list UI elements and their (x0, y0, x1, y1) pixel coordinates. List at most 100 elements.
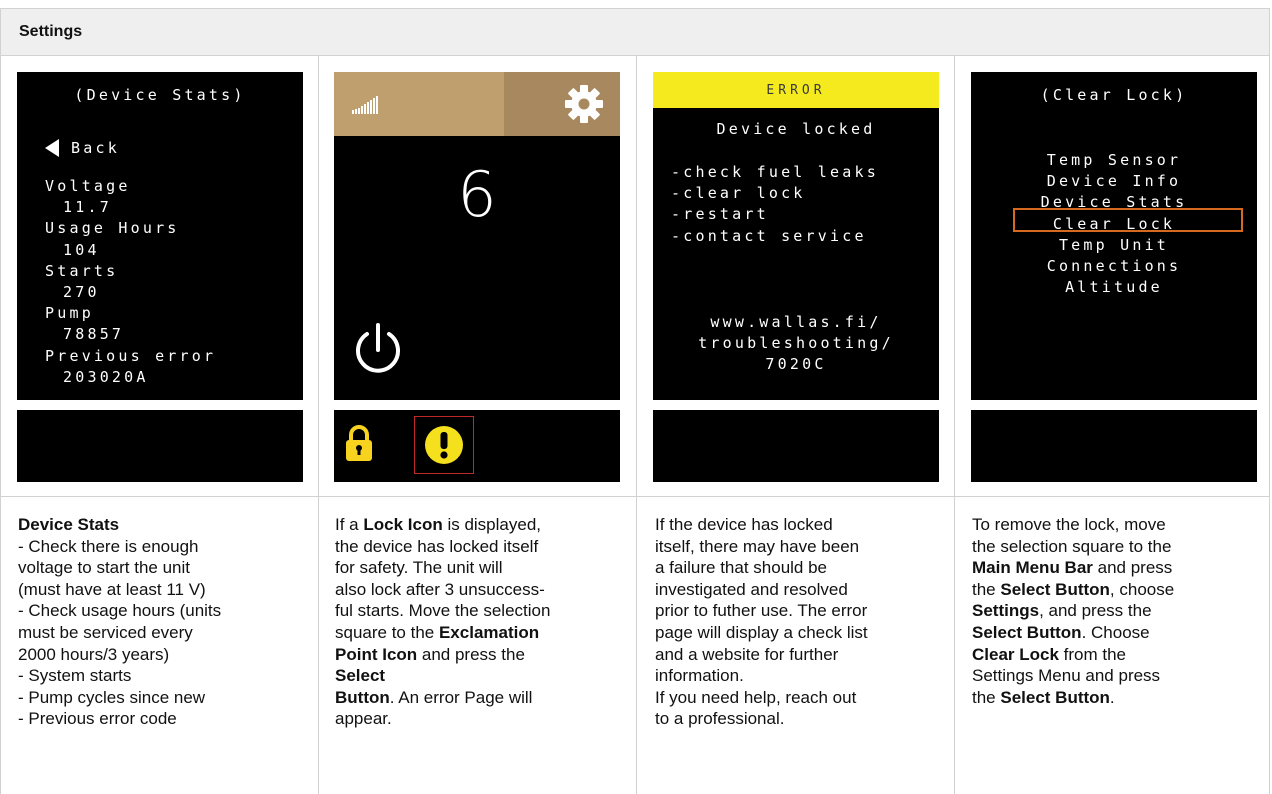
description-line: - Previous error code (18, 709, 177, 729)
power-icon[interactable] (352, 322, 404, 378)
text-run: and press the (417, 644, 525, 664)
text-run: from the (1058, 644, 1127, 664)
grid-line-right (1269, 56, 1270, 794)
signal-panel (334, 72, 504, 136)
text-run: . An error Page will (389, 687, 533, 707)
text-run-bold: Point Icon (335, 644, 418, 664)
device-stats-title: (Device Stats) (74, 86, 246, 104)
signal-strength-icon (352, 96, 378, 114)
text-run-bold: Select (335, 666, 386, 686)
text-run: the (972, 579, 1001, 599)
checklist-item: -clear lock (671, 184, 806, 203)
menu-item-altitude[interactable]: Altitude (971, 277, 1257, 298)
settings-menu: Temp Sensor Device Info Device Stats Cle… (971, 150, 1257, 298)
grid-line-1 (318, 56, 319, 794)
description-line: - System starts (18, 666, 132, 686)
description-line: To remove the lock, move (972, 515, 1166, 534)
menu-item-clear-lock[interactable]: Clear Lock (971, 214, 1257, 235)
description-line: prior to futher use. The error (655, 601, 868, 621)
menu-item-temp-unit[interactable]: Temp Unit (971, 235, 1257, 256)
description-line: investigated and resolved (655, 579, 848, 599)
text-run-bold: Button (335, 687, 390, 707)
main-screen: 6 (334, 72, 620, 482)
text-run-bold: Clear Lock (972, 644, 1059, 664)
text-run-bold: Lock Icon (363, 515, 443, 534)
text-run: the (972, 687, 1001, 707)
checklist-item: -contact service (671, 226, 867, 245)
device-stats-list: Voltage 11.7 Usage Hours 104 Starts 270 … (45, 176, 216, 388)
device-stats-screen: (Device Stats) Back Voltage 11.7 Usage H… (17, 72, 303, 482)
lock-icon[interactable] (344, 424, 374, 462)
description-line: - Check usage hours (units (18, 601, 222, 621)
text-run: If a (335, 515, 364, 534)
clear-lock-title: (Clear Lock) (1040, 86, 1188, 104)
text-run: is displayed, (442, 515, 541, 534)
description-line: - Check there is enough (18, 536, 199, 556)
description-line: the selection square to the (972, 536, 1172, 556)
text-run: square to the (335, 622, 439, 642)
power-level-value: 6 (457, 158, 497, 231)
text-run-bold: Select Button (972, 622, 1082, 642)
exclamation-icon[interactable] (424, 425, 464, 465)
stat-label: Starts (45, 261, 119, 280)
screen-divider (334, 400, 620, 410)
back-arrow-icon (45, 139, 59, 157)
description-line: Settings Menu and press (972, 666, 1161, 686)
menu-item-device-info[interactable]: Device Info (971, 171, 1257, 192)
description-line: ful starts. Move the selection (335, 601, 551, 621)
back-menu-item[interactable]: Back (45, 139, 120, 157)
description-device-stats: Device Stats - Check there is enough vol… (18, 514, 298, 730)
settings-panel[interactable] (504, 72, 620, 136)
description-line: If you need help, reach out (655, 687, 857, 707)
description-line: - Pump cycles since new (18, 687, 206, 707)
screen-divider (17, 400, 303, 410)
stat-value: 104 (63, 240, 100, 259)
error-banner: ERROR (653, 72, 939, 108)
description-line: If the device has locked (655, 515, 833, 534)
description-line: page will display a check list (655, 622, 868, 642)
troubleshooting-url: www.wallas.fi/ troubleshooting/ 7020C (653, 312, 939, 376)
error-subtitle: Device locked (716, 120, 876, 138)
text-run: , choose (1109, 579, 1175, 599)
stat-value: 11.7 (63, 198, 112, 217)
screen-bottom-bar (17, 410, 303, 482)
error-banner-label: ERROR (766, 83, 826, 98)
description-line: (must have at least 11 V) (18, 579, 206, 599)
description-line: appear. (335, 709, 392, 729)
selection-square[interactable] (414, 416, 474, 474)
description-line: to a professional. (655, 709, 785, 729)
text-run: . Choose (1081, 622, 1150, 642)
stat-value: 78857 (63, 325, 125, 344)
description-line: a failure that should be (655, 558, 828, 578)
row-divider (0, 496, 1270, 497)
text-run-bold: Main Menu Bar (972, 558, 1093, 578)
screen-bottom-bar (971, 410, 1257, 482)
stat-label: Previous error (45, 346, 217, 365)
menu-item-device-stats[interactable]: Device Stats (971, 192, 1257, 213)
description-line: 2000 hours/3 years) (18, 644, 170, 664)
menu-item-connections[interactable]: Connections (971, 256, 1257, 277)
url-line: www.wallas.fi/ (710, 313, 882, 331)
description-line: and a website for further (655, 644, 839, 664)
description-heading: Device Stats (18, 515, 120, 534)
description-lock-icon: If a Lock Icon is displayed, the device … (335, 514, 615, 730)
text-run: and press (1092, 558, 1173, 578)
status-bar (334, 410, 620, 482)
grid-line-2 (636, 56, 637, 794)
checklist-item: -restart (671, 205, 769, 224)
screen-divider (653, 400, 939, 410)
text-run: , and press the (1039, 601, 1152, 621)
stat-label: Pump (45, 304, 94, 323)
description-line: must be serviced every (18, 622, 193, 642)
checklist-item: -check fuel leaks (671, 163, 879, 181)
text-run-bold: Settings (972, 601, 1040, 621)
text-run-bold: Select Button (1000, 687, 1110, 707)
description-line: the device has locked itself (335, 536, 539, 556)
clear-lock-screen: (Clear Lock) Temp Sensor Device Info Dev… (971, 72, 1257, 482)
section-header: Settings (0, 8, 1270, 56)
menu-item-temp-sensor[interactable]: Temp Sensor (971, 150, 1257, 171)
gear-icon[interactable] (564, 84, 604, 124)
screen-divider (971, 400, 1257, 410)
back-label: Back (71, 139, 120, 157)
error-screen: ERROR Device locked -check fuel leaks -c… (653, 72, 939, 482)
